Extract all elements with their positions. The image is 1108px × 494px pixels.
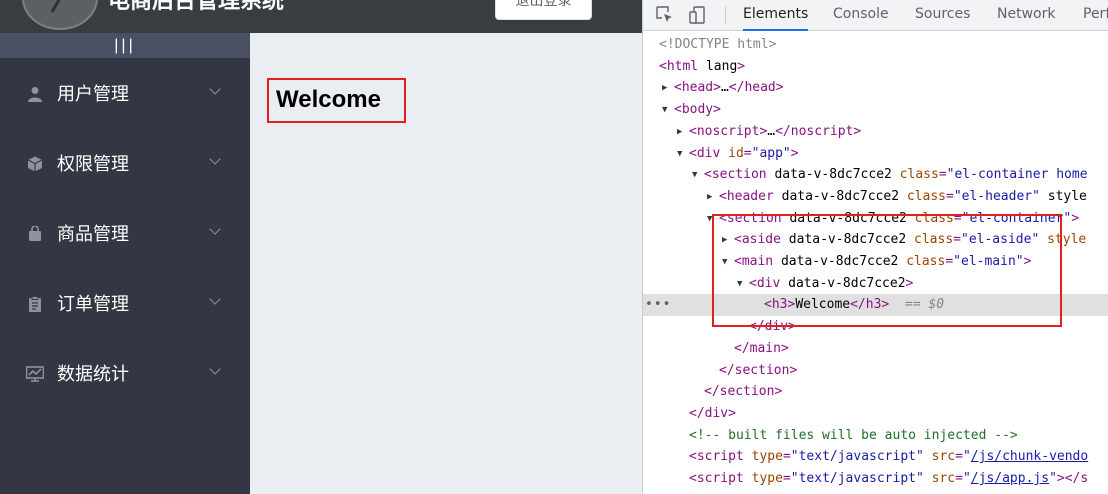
dom-node-text: <script type="text/javascript" src="/js/… bbox=[689, 449, 1089, 465]
main-content: Welcome bbox=[250, 33, 642, 494]
dom-node-text: <noscript>…</noscript> bbox=[689, 123, 862, 139]
chevron-down-icon bbox=[209, 363, 221, 375]
expand-triangle-icon[interactable]: ▼ bbox=[737, 273, 742, 295]
expand-triangle-icon[interactable]: ▼ bbox=[677, 143, 682, 165]
dom-node[interactable]: ▶ <head>…</head> bbox=[643, 77, 1108, 99]
device-toolbar-icon[interactable] bbox=[688, 5, 708, 25]
dom-node-text: <head>…</head> bbox=[674, 80, 784, 96]
dom-node-text: <div data-v-8dc7cce2> bbox=[749, 275, 914, 291]
tab-performance[interactable]: Perf bbox=[1083, 0, 1108, 31]
chevron-down-icon bbox=[209, 293, 221, 305]
collapse-triangle-icon[interactable]: ▶ bbox=[722, 229, 727, 251]
dom-node-text: </div> bbox=[749, 319, 796, 335]
dom-node-text: <aside data-v-8dc7cce2 class="el-aside" … bbox=[734, 232, 1087, 248]
dom-node-text: <body> bbox=[674, 102, 721, 118]
sidebar-item-label: 数据统计 bbox=[57, 364, 129, 385]
devtools-toolbar: Elements Console Sources Network Perf bbox=[643, 0, 1108, 31]
dom-node-text: </div> bbox=[689, 405, 736, 421]
dom-node[interactable]: <script type="text/javascript" src="/js/… bbox=[643, 446, 1108, 468]
toolbar-divider bbox=[725, 6, 726, 24]
chevron-down-icon bbox=[209, 153, 221, 165]
tab-sources[interactable]: Sources bbox=[915, 0, 970, 31]
expand-triangle-icon[interactable]: ▼ bbox=[692, 164, 697, 186]
dom-node-text: <section data-v-8dc7cce2 class="el-conta… bbox=[719, 210, 1080, 226]
sidebar-item-permissions[interactable]: 权限管理 bbox=[0, 128, 250, 198]
sidebar-item-label: 权限管理 bbox=[57, 154, 129, 175]
dom-node-text: </section> bbox=[704, 384, 783, 400]
dom-node[interactable]: ▼ <section data-v-8dc7cce2 class="el-cont… bbox=[643, 208, 1108, 230]
dom-node[interactable]: </section> bbox=[643, 360, 1108, 382]
user-icon bbox=[26, 85, 44, 103]
sidebar-toggle-button[interactable]: ||| bbox=[0, 33, 250, 58]
dom-node[interactable]: ▶ <noscript>…</noscript> bbox=[643, 121, 1108, 143]
expand-triangle-icon[interactable]: ▼ bbox=[707, 208, 712, 230]
dom-node-text: <section data-v-8dc7cce2 class="el-conta… bbox=[704, 167, 1088, 183]
dom-node-text: <header data-v-8dc7cce2 class="el-header… bbox=[719, 188, 1087, 204]
expand-triangle-icon[interactable]: ▼ bbox=[662, 99, 667, 121]
tab-elements[interactable]: Elements bbox=[743, 0, 809, 31]
sidebar-item-goods[interactable]: 商品管理 bbox=[0, 198, 250, 268]
dom-node-text: </section> bbox=[719, 362, 798, 378]
dom-node[interactable]: ▼ <main data-v-8dc7cce2 class="el-main"> bbox=[643, 251, 1108, 273]
dom-node[interactable]: <!DOCTYPE html> bbox=[643, 34, 1108, 56]
dom-node-text: </main> bbox=[734, 340, 789, 356]
dom-node[interactable]: </main> bbox=[643, 338, 1108, 360]
shopping-bag-icon bbox=[26, 225, 44, 243]
app-title: 电商后台管理系统 bbox=[108, 0, 285, 14]
dom-node-selected[interactable]: ••• <h3>Welcome</h3> == $0 bbox=[643, 294, 1108, 317]
tab-console[interactable]: Console bbox=[833, 0, 889, 31]
dom-node[interactable]: ▼ <section data-v-8dc7cce2 class="el-cont… bbox=[643, 164, 1108, 186]
chevron-down-icon bbox=[209, 223, 221, 235]
collapse-triangle-icon[interactable]: ▶ bbox=[662, 77, 667, 99]
sidebar-item-users[interactable]: 用户管理 bbox=[0, 58, 250, 128]
sidebar-item-stats[interactable]: 数据统计 bbox=[0, 338, 250, 408]
sidebar-item-label: 用户管理 bbox=[57, 84, 129, 105]
box-icon bbox=[26, 155, 44, 173]
dom-node-text: <!-- built files will be auto injected -… bbox=[689, 427, 1018, 443]
expand-triangle-icon[interactable]: ▼ bbox=[722, 251, 727, 273]
app-pane: 电商后台管理系统 退出登录 ||| 用户管理 权限管理 商品管理 订单管理 数据… bbox=[0, 0, 642, 494]
dom-node[interactable]: ▶ <aside data-v-8dc7cce2 class="el-aside"… bbox=[643, 229, 1108, 251]
dom-node[interactable]: ▼ <div data-v-8dc7cce2> bbox=[643, 273, 1108, 295]
tab-network[interactable]: Network bbox=[997, 0, 1055, 31]
dom-node-text: <h3>Welcome</h3> == $0 bbox=[764, 297, 945, 313]
dom-node[interactable]: ▼ <body> bbox=[643, 99, 1108, 121]
dom-node-text: <html lang> bbox=[659, 58, 746, 74]
dom-node[interactable]: <html lang> bbox=[643, 56, 1108, 78]
dom-node[interactable]: </div> bbox=[643, 403, 1108, 425]
chevron-down-icon bbox=[209, 83, 221, 95]
dom-node-text: <main data-v-8dc7cce2 class="el-main"> bbox=[734, 254, 1032, 269]
dom-tree: <!DOCTYPE html> <html lang> ▶ <head>…</head… bbox=[643, 33, 1108, 494]
dom-node-text: <div id="app"> bbox=[689, 145, 799, 161]
dom-node-text: <script type="text/javascript" src="/js/… bbox=[689, 471, 1089, 486]
dom-node[interactable]: </section> bbox=[643, 381, 1108, 403]
app-header: 电商后台管理系统 退出登录 bbox=[0, 0, 642, 33]
dom-node[interactable]: ▶ <header data-v-8dc7cce2 class="el-heade… bbox=[643, 186, 1108, 208]
dom-node-text: <!DOCTYPE html> bbox=[659, 37, 777, 52]
dom-node[interactable]: <script type="text/javascript" src="/js/… bbox=[643, 468, 1108, 490]
logout-button[interactable]: 退出登录 bbox=[495, 0, 592, 20]
clipboard-icon bbox=[26, 295, 44, 313]
dom-node[interactable]: <!-- built files will be auto injected -… bbox=[643, 425, 1108, 447]
sidebar-item-label: 订单管理 bbox=[57, 294, 129, 315]
logo bbox=[22, 0, 98, 30]
node-actions-icon[interactable]: ••• bbox=[645, 294, 671, 316]
sidebar-item-orders[interactable]: 订单管理 bbox=[0, 268, 250, 338]
collapse-triangle-icon[interactable]: ▶ bbox=[677, 121, 682, 143]
dom-node[interactable]: ▼ <div id="app"> bbox=[643, 143, 1108, 165]
welcome-heading: Welcome bbox=[267, 78, 406, 123]
devtools-panel: Elements Console Sources Network Perf <!… bbox=[642, 0, 1108, 494]
collapse-triangle-icon[interactable]: ▶ bbox=[707, 186, 712, 208]
chart-icon bbox=[26, 365, 44, 383]
inspect-element-icon[interactable] bbox=[655, 5, 675, 25]
dom-node[interactable]: </div> bbox=[643, 316, 1108, 338]
sidebar: ||| 用户管理 权限管理 商品管理 订单管理 数据统计 bbox=[0, 33, 250, 494]
sidebar-item-label: 商品管理 bbox=[57, 224, 129, 245]
